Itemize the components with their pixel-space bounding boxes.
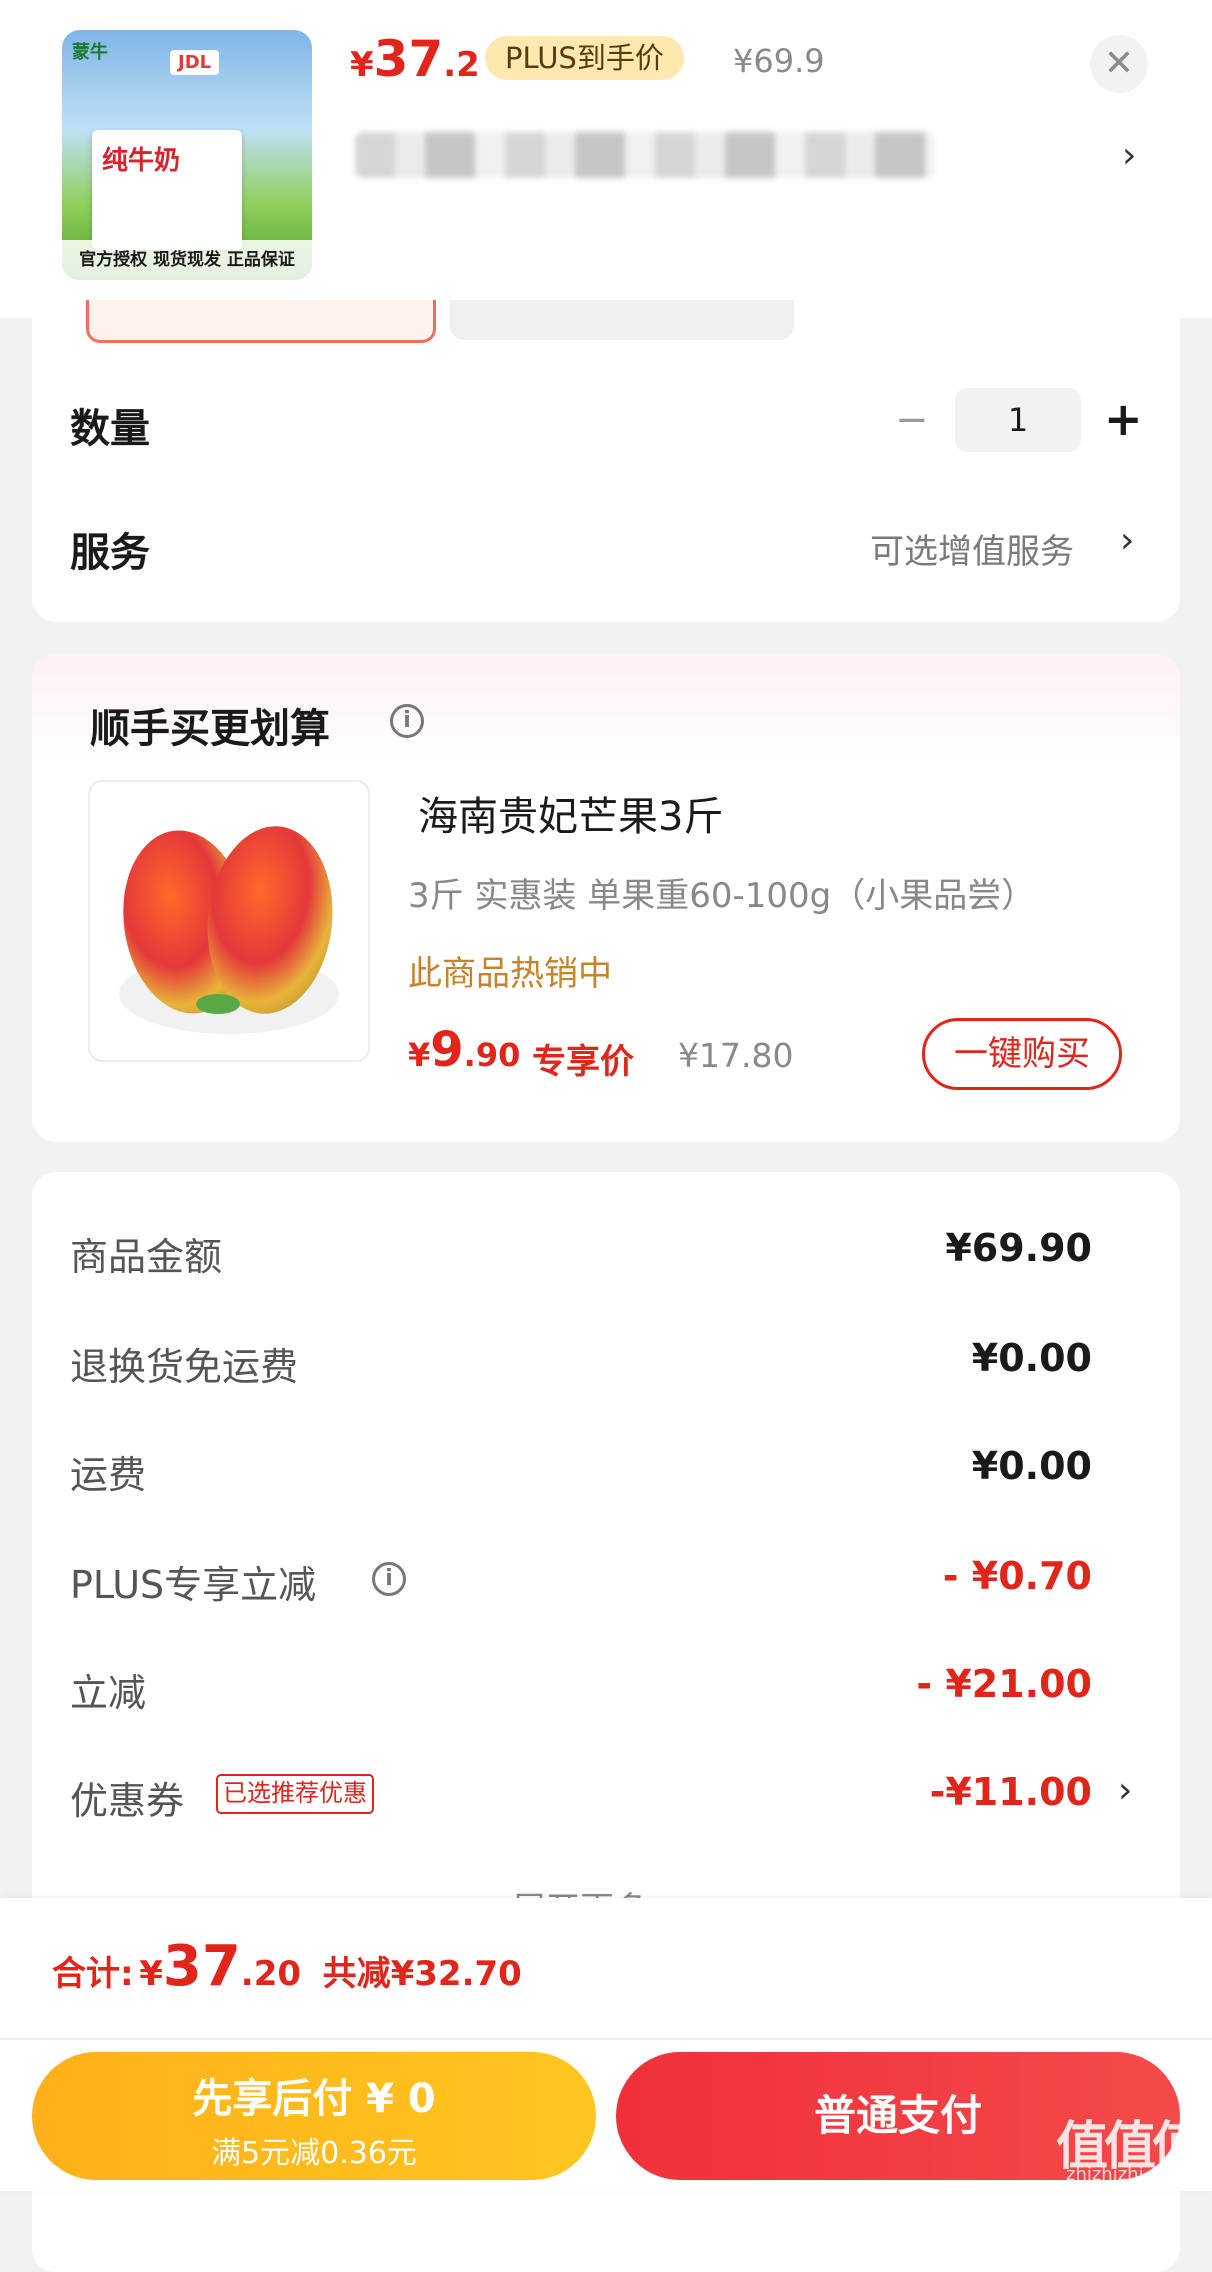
summary-label: 运费	[70, 1453, 147, 1497]
summary-label: PLUS专享立减	[70, 1563, 317, 1607]
original-price: ¥69.9	[733, 42, 825, 80]
current-price: ¥37.2	[350, 30, 480, 88]
mango-illustration	[119, 826, 339, 1034]
watermark-url: zhizhizhi.com	[1066, 2164, 1188, 2185]
spec-option[interactable]	[450, 300, 794, 340]
brand-logo: 蒙牛	[72, 42, 108, 63]
info-icon[interactable]: i	[390, 704, 424, 738]
summary-label: 立减	[70, 1671, 147, 1715]
divider	[0, 2038, 1212, 2040]
summary-value: - ¥21.00	[916, 1662, 1092, 1706]
exclusive-price-tag: 专享价	[532, 1042, 634, 1082]
service-label: 服务	[70, 530, 150, 576]
order-total: 合计: ¥37.20 共减¥32.70	[52, 1934, 522, 1999]
upsell-product-name[interactable]: 海南贵妃芒果3斤	[418, 784, 723, 842]
chevron-right-icon[interactable]: ›	[1122, 135, 1136, 176]
product-thumbnail[interactable]: 蒙牛 JDL 纯牛奶 官方授权 现货现发 正品保证	[62, 30, 312, 280]
pay-later-title: 先享后付 ¥ 0	[192, 2076, 436, 2122]
chevron-right-icon[interactable]: ›	[1120, 520, 1134, 561]
upsell-original-price: ¥17.80	[678, 1036, 794, 1075]
price-decimal: .2	[443, 45, 480, 85]
options-card	[32, 318, 1180, 622]
currency-symbol: ¥	[139, 1954, 163, 1994]
close-button[interactable]: ✕	[1090, 35, 1148, 93]
minus-icon[interactable]: −	[895, 397, 929, 443]
plus-price-badge: PLUS到手价	[485, 36, 684, 80]
coupon-status-badge: 已选推荐优惠	[216, 1774, 374, 1814]
service-link[interactable]: 可选增值服务	[870, 524, 1074, 573]
milk-box-image: 纯牛奶	[92, 130, 242, 250]
summary-label: 商品金额	[70, 1235, 223, 1279]
upsell-product-desc: 3斤 实惠装 单果重60-100g（小果品尝）	[408, 876, 1036, 916]
total-decimal: .20	[240, 1954, 302, 1994]
jdl-logo: JDL	[170, 50, 220, 75]
summary-value: ¥69.90	[945, 1226, 1092, 1270]
summary-value: - ¥0.70	[942, 1554, 1092, 1598]
info-icon[interactable]: i	[372, 1562, 406, 1596]
pay-later-button[interactable]: 先享后付 ¥ 0 满5元减0.36元	[32, 2052, 596, 2180]
summary-value: ¥0.00	[971, 1444, 1092, 1488]
currency-symbol: ¥	[408, 1036, 431, 1074]
coupon-value[interactable]: -¥11.00	[772, 1770, 1092, 1814]
selected-spec-text[interactable]	[355, 132, 935, 178]
quantity-input[interactable]: 1	[955, 388, 1081, 452]
coupon-label[interactable]: 优惠券	[70, 1770, 184, 1825]
summary-label: 退换货免运费	[70, 1345, 299, 1389]
upsell-price: ¥9.90	[408, 1022, 520, 1078]
currency-symbol: ¥	[350, 45, 374, 85]
price-integer: 9	[430, 1022, 464, 1078]
mango-image[interactable]	[88, 780, 370, 1062]
pay-later-subtitle: 满5元减0.36元	[211, 2136, 417, 2171]
product-box-label: 纯牛奶	[102, 146, 181, 176]
plus-icon[interactable]: +	[1104, 392, 1143, 446]
thumbnail-footer: 官方授权 现货现发 正品保证	[62, 240, 312, 280]
close-icon: ✕	[1103, 43, 1135, 84]
hot-selling-text: 此商品热销中	[408, 954, 612, 994]
summary-value: ¥0.00	[971, 1336, 1092, 1380]
total-integer: 37	[162, 1934, 241, 1999]
spec-option-selected[interactable]	[86, 300, 436, 343]
one-click-buy-button[interactable]: 一键购买	[922, 1018, 1122, 1090]
price-decimal: .90	[463, 1036, 521, 1074]
chevron-right-icon[interactable]: ›	[1118, 1770, 1132, 1811]
quantity-label: 数量	[70, 406, 150, 452]
total-label: 合计:	[52, 1954, 134, 1994]
upsell-title: 顺手买更划算	[90, 706, 330, 752]
total-savings: 共减¥32.70	[322, 1954, 522, 1994]
price-integer: 37	[373, 30, 444, 88]
